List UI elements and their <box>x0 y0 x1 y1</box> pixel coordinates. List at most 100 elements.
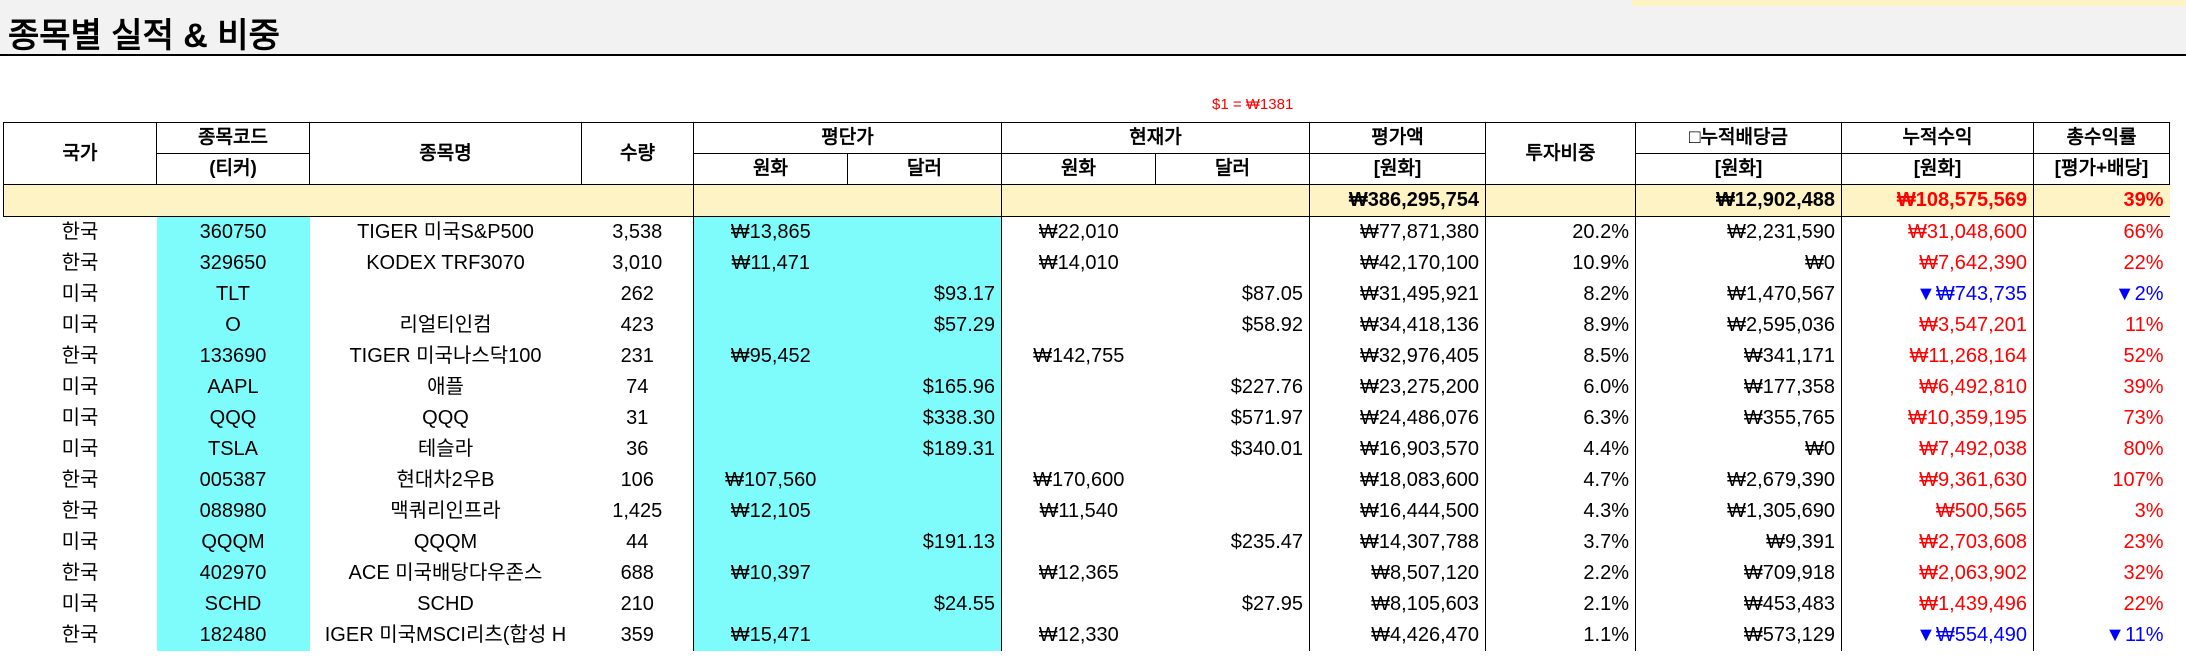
header-code-sub[interactable]: (티커) <box>156 153 310 185</box>
cell-country[interactable]: 한국 <box>4 620 157 651</box>
cell-profit[interactable]: ₩7,492,038 <box>1841 434 2034 465</box>
header-code[interactable]: 종목코드 <box>156 122 310 154</box>
cell-avg-krw[interactable] <box>693 372 848 403</box>
cell-eval[interactable]: ₩8,507,120 <box>1309 558 1486 589</box>
cell-eval[interactable]: ₩32,976,405 <box>1309 341 1486 372</box>
total-cell[interactable] <box>309 184 582 217</box>
cell-return[interactable]: 66% <box>2033 216 2170 248</box>
header-profit[interactable]: 누적수익 <box>1841 122 2034 154</box>
cell-avg-usd[interactable]: $338.30 <box>847 403 1002 434</box>
cell-qty[interactable]: 262 <box>582 279 694 310</box>
cell-return[interactable]: 52% <box>2033 341 2170 372</box>
cell-weight[interactable]: 3.7% <box>1485 527 1636 558</box>
cell-eval[interactable]: ₩8,105,603 <box>1309 589 1486 620</box>
cell-cur-usd[interactable] <box>1156 620 1310 651</box>
cell-cur-usd[interactable]: $227.76 <box>1156 372 1310 403</box>
cell-cur-krw[interactable]: ₩22,010 <box>1001 216 1156 248</box>
cell-country[interactable]: 미국 <box>4 310 157 341</box>
cell-code[interactable]: 005387 <box>156 465 310 496</box>
cell-return[interactable]: 22% <box>2033 248 2170 279</box>
cell-avg-krw[interactable]: ₩107,560 <box>693 465 848 496</box>
header-country[interactable]: 국가 <box>3 122 157 185</box>
cell-profit[interactable]: ₩2,703,608 <box>1841 527 2034 558</box>
total-cell[interactable] <box>847 184 1002 217</box>
cell-profit[interactable]: ₩500,565 <box>1841 496 2034 527</box>
cell-cur-usd[interactable]: $340.01 <box>1156 434 1310 465</box>
cell-cur-krw[interactable] <box>1001 589 1156 620</box>
cell-country[interactable]: 미국 <box>4 372 157 403</box>
cell-qty[interactable]: 210 <box>582 589 694 620</box>
cell-return[interactable]: ▼11% <box>2033 620 2170 651</box>
cell-name[interactable]: TIGER 미국S&P500 <box>310 217 582 249</box>
total-dividend[interactable]: ₩12,902,488 <box>1635 184 1842 217</box>
cell-dividend[interactable]: ₩453,483 <box>1635 589 1842 620</box>
cell-cur-usd[interactable]: $58.92 <box>1156 310 1310 341</box>
cell-qty[interactable]: 44 <box>582 527 694 558</box>
total-eval[interactable]: ₩386,295,754 <box>1309 184 1486 217</box>
cell-return[interactable]: 11% <box>2033 310 2170 341</box>
cell-qty[interactable]: 74 <box>582 372 694 403</box>
header-weight[interactable]: 투자비중 <box>1485 122 1636 185</box>
total-profit[interactable]: ₩108,575,569 <box>1841 184 2034 217</box>
header-avg-price[interactable]: 평단가 <box>693 122 1002 154</box>
cell-cur-krw[interactable]: ₩11,540 <box>1001 496 1156 527</box>
cell-eval[interactable]: ₩31,495,921 <box>1309 279 1486 310</box>
cell-eval[interactable]: ₩18,083,600 <box>1309 465 1486 496</box>
cell-qty[interactable]: 231 <box>582 341 694 372</box>
cell-avg-krw[interactable] <box>693 589 848 620</box>
cell-avg-krw[interactable]: ₩11,471 <box>693 248 848 279</box>
cell-weight[interactable]: 6.0% <box>1485 372 1636 403</box>
cell-avg-usd[interactable] <box>847 216 1002 248</box>
cell-avg-krw[interactable] <box>693 403 848 434</box>
cell-dividend[interactable]: ₩177,358 <box>1635 372 1842 403</box>
cell-name[interactable]: TIGER 미국나스닥100 <box>310 341 582 372</box>
cell-avg-usd[interactable]: $93.17 <box>847 279 1002 310</box>
cell-cur-krw[interactable] <box>1001 279 1156 310</box>
cell-code[interactable]: AAPL <box>156 372 310 403</box>
cell-cur-usd[interactable] <box>1156 558 1310 589</box>
cell-cur-usd[interactable]: $235.47 <box>1156 527 1310 558</box>
cell-cur-krw[interactable]: ₩12,330 <box>1001 620 1156 651</box>
cell-avg-krw[interactable]: ₩12,105 <box>693 496 848 527</box>
cell-cur-usd[interactable] <box>1156 496 1310 527</box>
cell-name[interactable]: KODEX TRF3070 <box>310 248 582 279</box>
cell-avg-usd[interactable] <box>847 341 1002 372</box>
cell-qty[interactable]: 359 <box>582 620 694 651</box>
cell-dividend[interactable]: ₩2,595,036 <box>1635 310 1842 341</box>
cell-code[interactable]: 329650 <box>156 248 310 279</box>
cell-name[interactable]: SCHD <box>310 589 582 620</box>
header-eval-sub[interactable]: [원화] <box>1309 153 1486 185</box>
cell-avg-krw[interactable]: ₩10,397 <box>693 558 848 589</box>
cell-weight[interactable]: 2.1% <box>1485 589 1636 620</box>
cell-avg-usd[interactable]: $165.96 <box>847 372 1002 403</box>
cell-country[interactable]: 한국 <box>4 465 157 496</box>
cell-return[interactable]: ▼2% <box>2033 279 2170 310</box>
cell-return[interactable]: 3% <box>2033 496 2170 527</box>
cell-cur-krw[interactable] <box>1001 434 1156 465</box>
cell-avg-usd[interactable]: $189.31 <box>847 434 1002 465</box>
cell-country[interactable]: 한국 <box>4 341 157 372</box>
cell-dividend[interactable]: ₩9,391 <box>1635 527 1842 558</box>
cell-weight[interactable]: 8.5% <box>1485 341 1636 372</box>
cell-dividend[interactable]: ₩573,129 <box>1635 620 1842 651</box>
cell-name[interactable]: 현대차2우B <box>310 465 582 496</box>
cell-country[interactable]: 한국 <box>4 248 157 279</box>
cell-eval[interactable]: ₩77,871,380 <box>1309 216 1486 248</box>
cell-profit[interactable]: ₩6,492,810 <box>1841 372 2034 403</box>
cell-weight[interactable]: 4.7% <box>1485 465 1636 496</box>
cell-code[interactable]: QQQ <box>156 403 310 434</box>
cell-cur-krw[interactable] <box>1001 310 1156 341</box>
cell-country[interactable]: 한국 <box>4 217 157 249</box>
cell-cur-krw[interactable] <box>1001 372 1156 403</box>
cell-qty[interactable]: 423 <box>582 310 694 341</box>
cell-name[interactable]: QQQ <box>310 403 582 434</box>
header-eval[interactable]: 평가액 <box>1309 122 1486 154</box>
cell-profit[interactable]: ₩11,268,164 <box>1841 341 2034 372</box>
cell-country[interactable]: 미국 <box>4 279 157 310</box>
cell-country[interactable]: 미국 <box>4 403 157 434</box>
total-cell[interactable] <box>156 184 310 217</box>
cell-return[interactable]: 80% <box>2033 434 2170 465</box>
cell-avg-usd[interactable] <box>847 620 1002 651</box>
cell-code[interactable]: SCHD <box>156 589 310 620</box>
cell-code[interactable]: 133690 <box>156 341 310 372</box>
